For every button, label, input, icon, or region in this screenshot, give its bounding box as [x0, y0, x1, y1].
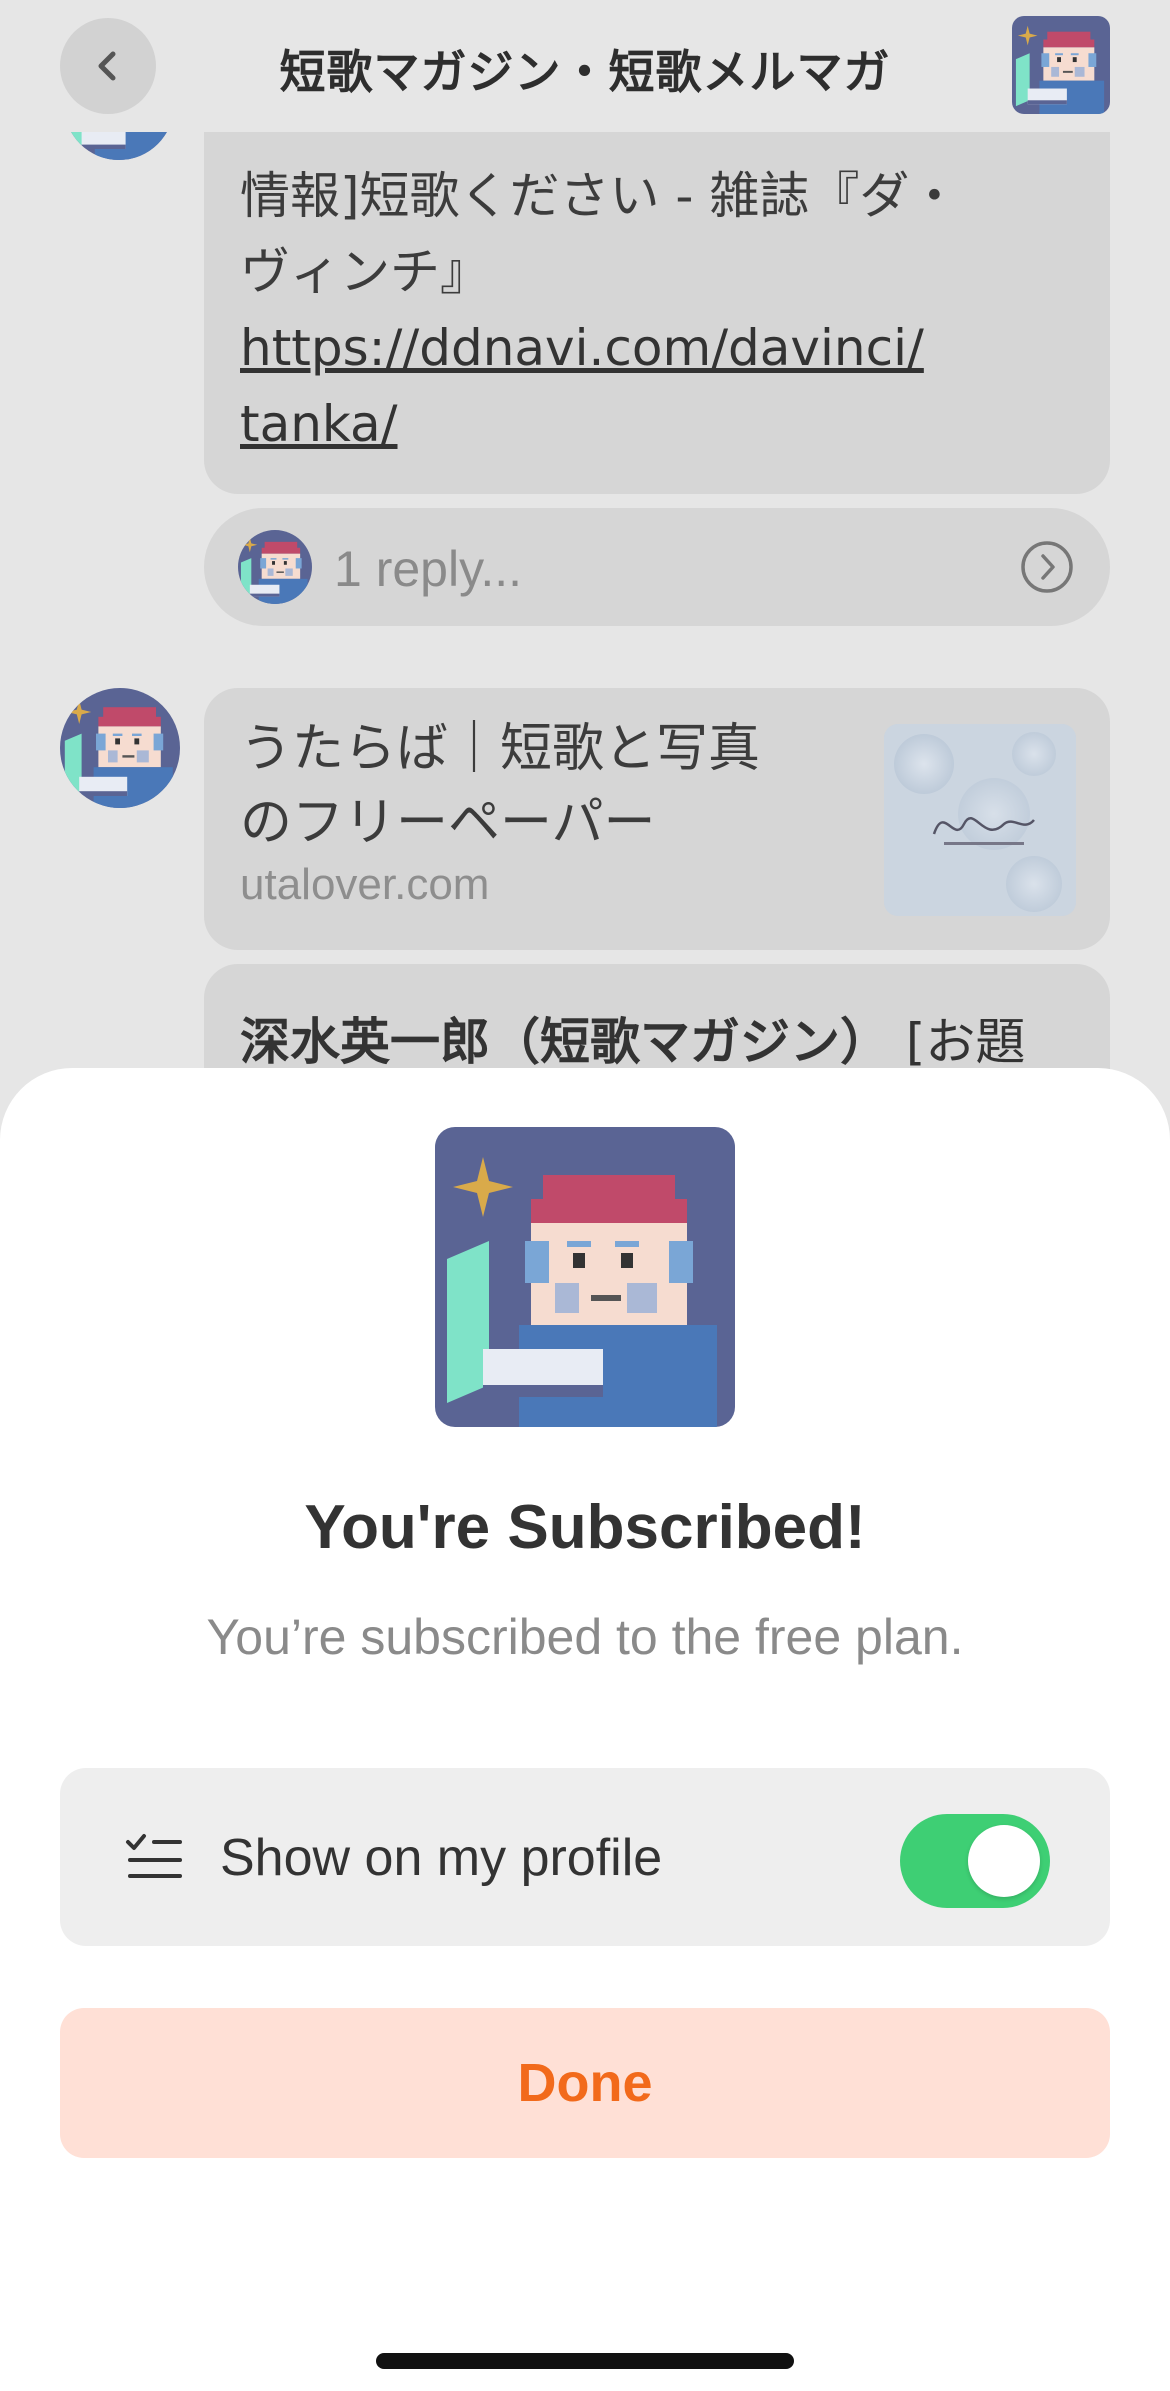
message-text: ヴィンチ』: [240, 243, 490, 301]
message-text: 情報]短歌ください - 雑誌『ダ・: [240, 167, 960, 225]
message-link[interactable]: https://ddnavi.com/davinci/: [240, 310, 1074, 386]
link-preview-card[interactable]: うたらば｜短歌と写真 のフリーペーパー utalover.com: [204, 688, 1110, 950]
publication-avatar: [435, 1127, 735, 1427]
link-title: うたらば｜短歌と写真: [240, 719, 761, 779]
subscribed-sheet: You're Subscribed! You’re subscribed to …: [0, 1068, 1170, 2391]
message-link[interactable]: tanka/: [240, 386, 1074, 462]
show-on-profile-row[interactable]: Show on my profile: [60, 1768, 1110, 1946]
checklist-icon: [126, 1834, 182, 1878]
show-on-profile-toggle[interactable]: [900, 1814, 1050, 1908]
sheet-title: You're Subscribed!: [304, 1493, 866, 1562]
page-title: 短歌マガジン・短歌メルマガ: [279, 45, 891, 99]
chevron-left-icon: [98, 51, 116, 81]
channel-avatar[interactable]: [1012, 16, 1110, 114]
reply-count: 1 reply...: [334, 541, 523, 597]
home-indicator: [376, 2353, 794, 2369]
back-button[interactable]: [60, 18, 156, 114]
sheet-subtitle: You’re subscribed to the free plan.: [206, 1609, 964, 1665]
sender-name: 深水英一郎（短歌マガジン）: [240, 1013, 890, 1071]
done-button[interactable]: Done: [60, 2008, 1110, 2158]
show-on-profile-label: Show on my profile: [220, 1829, 663, 1887]
link-thumbnail: [884, 724, 1076, 916]
chevron-right-circle-icon: [1021, 541, 1073, 593]
link-title: のフリーペーパー: [240, 793, 656, 853]
avatar[interactable]: [60, 688, 180, 808]
avatar: [238, 530, 312, 604]
toggle-knob[interactable]: [968, 1825, 1040, 1897]
message-text: [お題: [890, 1013, 1026, 1071]
top-bar: 短歌マガジン・短歌メルマガ: [0, 0, 1170, 132]
link-domain: utalover.com: [240, 860, 490, 909]
thread-replies-button[interactable]: 1 reply...: [204, 508, 1110, 626]
